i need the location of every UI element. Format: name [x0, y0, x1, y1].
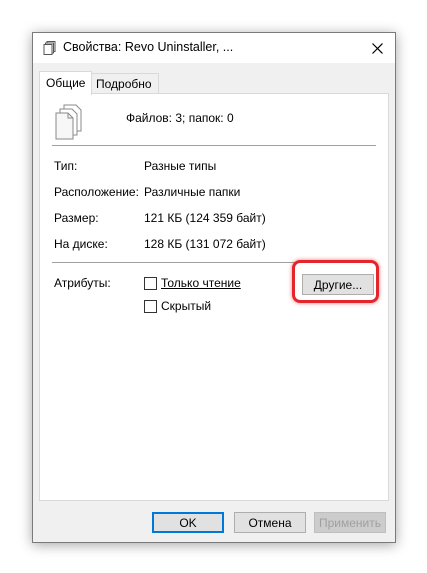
files-stack-icon — [55, 104, 82, 140]
hidden-label[interactable]: Скрытый — [161, 299, 211, 313]
window-title: Свойства: Revo Uninstaller, ... — [63, 40, 234, 54]
files-summary: Файлов: 3; папок: 0 — [126, 111, 234, 125]
size-label: Размер: — [54, 211, 99, 225]
cancel-button[interactable]: Отмена — [234, 512, 306, 533]
ok-button[interactable]: OK — [152, 512, 224, 533]
highlight-frame — [292, 260, 379, 303]
files-stack-icon — [43, 41, 56, 55]
type-label: Тип: — [54, 159, 78, 173]
size-value: 121 КБ (124 359 байт) — [144, 211, 266, 225]
location-label: Расположение: — [54, 185, 139, 199]
type-value: Разные типы — [144, 159, 217, 173]
tab-general[interactable]: Общие — [39, 71, 93, 95]
readonly-label[interactable]: Только чтение — [161, 276, 241, 290]
close-button[interactable] — [359, 33, 395, 63]
attributes-label: Атрибуты: — [54, 276, 111, 290]
title-bar[interactable]: Свойства: Revo Uninstaller, ... — [33, 33, 395, 63]
size-on-disk-label: На диске: — [54, 237, 108, 251]
location-value: Различные папки — [144, 185, 241, 199]
apply-button[interactable]: Применить — [314, 512, 386, 533]
separator — [52, 145, 376, 146]
tab-details[interactable]: Подробно — [89, 73, 159, 94]
close-icon — [371, 42, 383, 54]
size-on-disk-value: 128 КБ (131 072 байт) — [144, 237, 266, 251]
readonly-checkbox[interactable] — [144, 277, 157, 290]
hidden-checkbox[interactable] — [144, 300, 157, 313]
